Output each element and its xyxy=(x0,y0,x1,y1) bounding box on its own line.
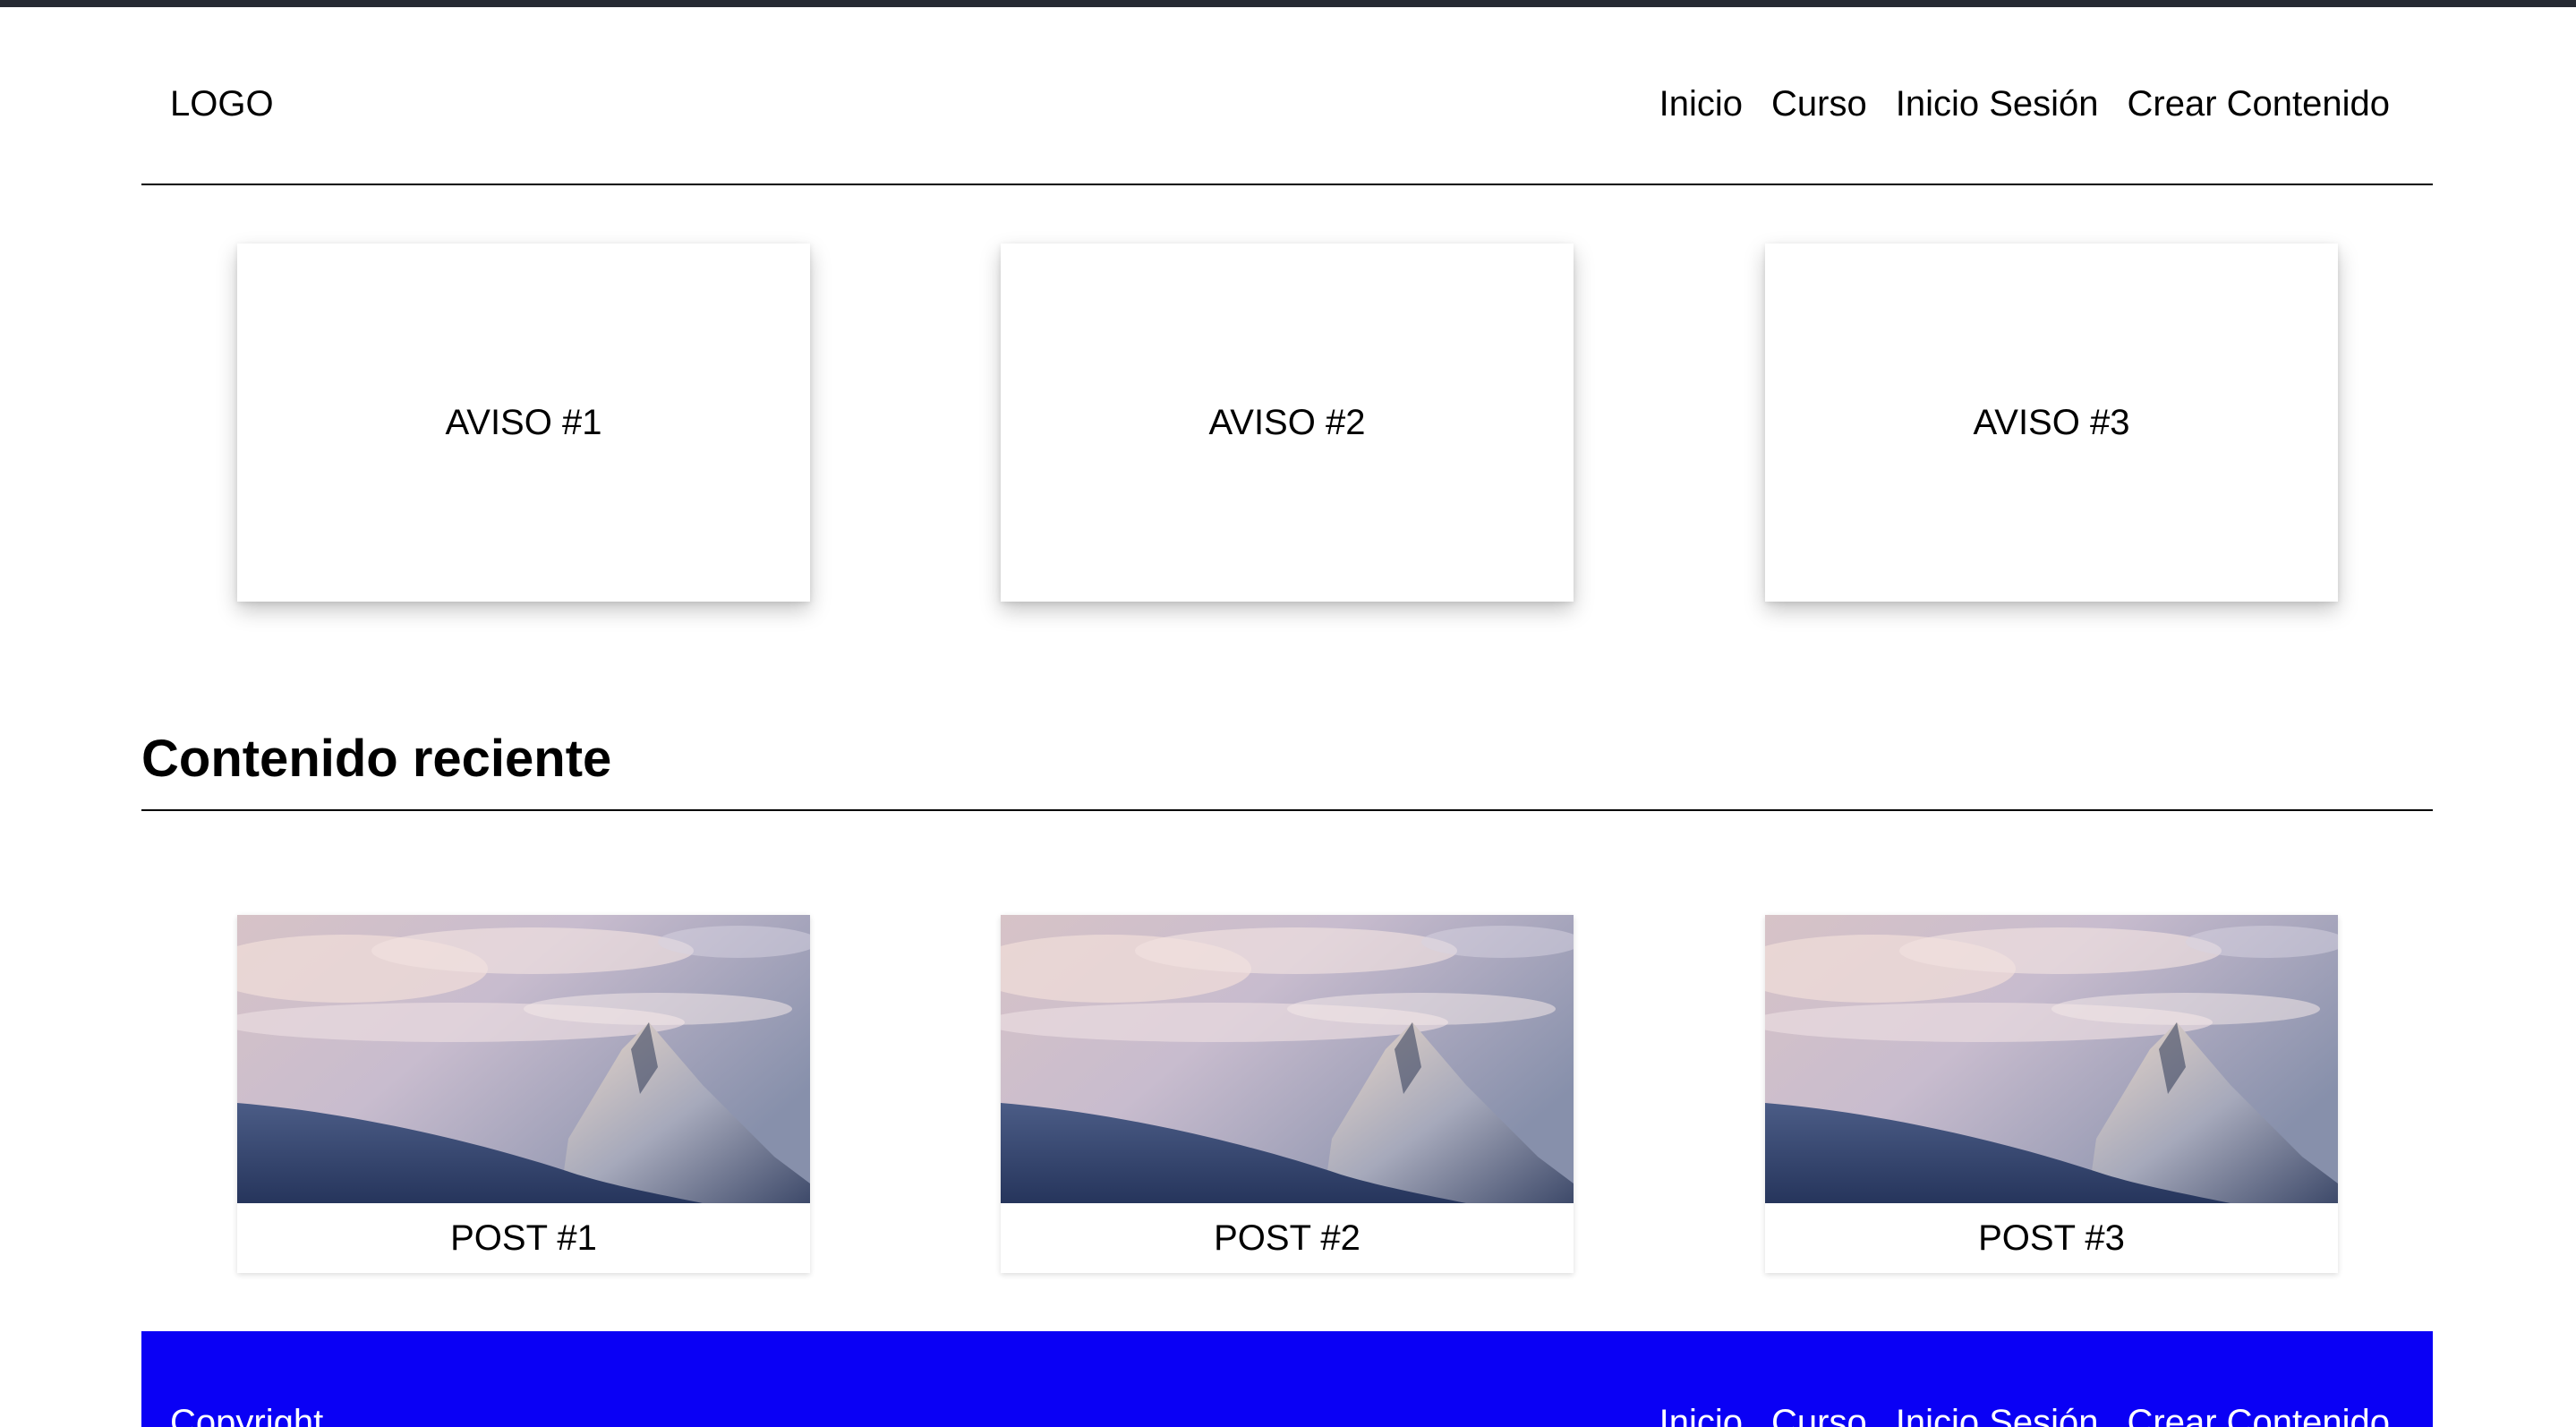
footer-link-inicio[interactable]: Inicio xyxy=(1659,1397,1743,1427)
nav-link-crear-contenido[interactable]: Crear Contenido xyxy=(2128,79,2391,129)
post-card[interactable]: POST #2 xyxy=(1001,915,1574,1273)
site-header: LOGO Inicio Curso Inicio Sesión Crear Co… xyxy=(141,7,2433,185)
post-card[interactable]: POST #3 xyxy=(1765,915,2338,1273)
notice-card[interactable]: AVISO #2 xyxy=(1001,244,1574,602)
mountain-landscape-image xyxy=(1765,915,2338,1203)
copyright-text: Copyright xyxy=(170,1403,324,1427)
notice-title: AVISO #1 xyxy=(445,402,602,442)
post-title: POST #3 xyxy=(1978,1218,2125,1258)
notice-title: AVISO #3 xyxy=(1973,402,2130,442)
nav-link-curso[interactable]: Curso xyxy=(1771,79,1867,129)
notice-title: AVISO #2 xyxy=(1208,402,1366,442)
site-footer: Copyright Inicio Curso Inicio Sesión Cre… xyxy=(141,1331,2433,1427)
post-card[interactable]: POST #1 xyxy=(237,915,810,1273)
footer-nav: Inicio Curso Inicio Sesión Crear Conteni… xyxy=(1659,1397,2390,1427)
notice-card[interactable]: AVISO #3 xyxy=(1765,244,2338,602)
footer-link-inicio-sesion[interactable]: Inicio Sesión xyxy=(1896,1397,2099,1427)
logo[interactable]: LOGO xyxy=(170,79,274,129)
main-nav: Inicio Curso Inicio Sesión Crear Conteni… xyxy=(1659,79,2390,129)
footer-link-curso[interactable]: Curso xyxy=(1771,1397,1867,1427)
mountain-landscape-image xyxy=(1001,915,1574,1203)
top-bar xyxy=(0,0,2576,7)
nav-link-inicio[interactable]: Inicio xyxy=(1659,79,1743,129)
mountain-landscape-image xyxy=(237,915,810,1203)
nav-link-inicio-sesion[interactable]: Inicio Sesión xyxy=(1896,79,2099,129)
post-title: POST #2 xyxy=(1214,1218,1361,1258)
post-title: POST #1 xyxy=(450,1218,597,1258)
notice-card[interactable]: AVISO #1 xyxy=(237,244,810,602)
section-title: Contenido reciente xyxy=(141,722,2433,811)
footer-link-crear-contenido[interactable]: Crear Contenido xyxy=(2128,1397,2391,1427)
